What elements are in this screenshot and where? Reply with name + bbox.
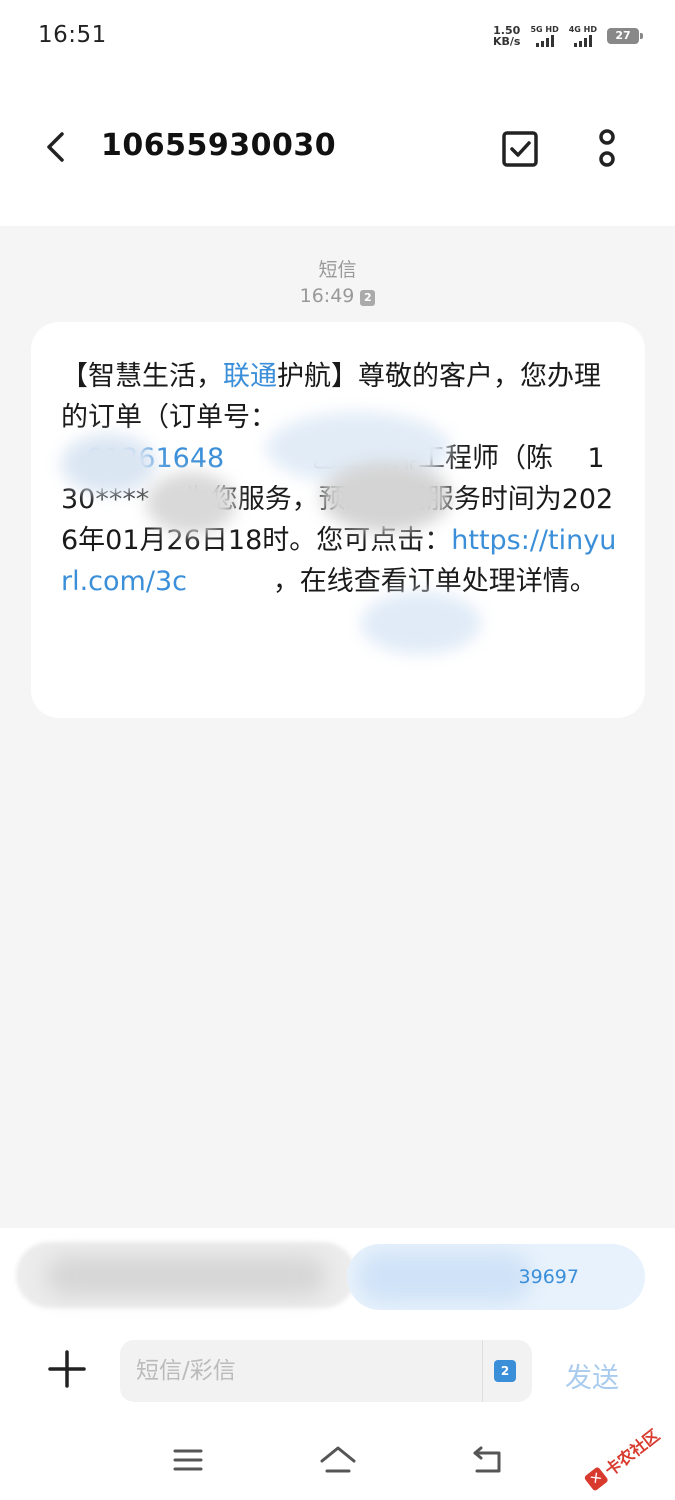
more-options-button[interactable]	[582, 124, 632, 174]
status-bar: 16:51 1.50 KB/s 5G HD 4G HD 27	[0, 0, 675, 72]
divider	[482, 1340, 483, 1402]
vertical-dots-icon	[599, 129, 615, 167]
sim1-signal-icon: 5G HD	[530, 25, 559, 47]
message-timestamp: 16:49 2	[0, 285, 675, 307]
status-time: 16:51	[38, 22, 107, 48]
quick-reply-chip[interactable]	[16, 1242, 356, 1308]
quick-reply-text: 39697	[518, 1266, 579, 1288]
battery-icon: 27	[607, 28, 643, 44]
sim2-label: 4G HD	[568, 25, 597, 34]
compose-bar: 2 发送	[0, 1328, 675, 1418]
message-bubble[interactable]: 【智慧生活，联通护航】尊敬的客户，您办理的订单（订单号： 01261648 已经…	[31, 322, 645, 718]
sim2-signal-icon: 4G HD	[569, 25, 597, 47]
privacy-blur	[321, 462, 451, 532]
message-type-label: 短信	[318, 259, 357, 281]
message-input[interactable]	[136, 1340, 476, 1402]
privacy-blur	[61, 434, 156, 494]
plus-icon	[48, 1350, 86, 1388]
quick-reply-chip[interactable]: 39697	[347, 1244, 645, 1310]
message-segment: 【智慧生活，	[61, 361, 223, 392]
recents-button[interactable]	[166, 1440, 210, 1480]
back-button[interactable]	[30, 122, 80, 172]
conversation-header: 10655930030	[0, 72, 675, 226]
privacy-blur	[146, 472, 236, 534]
privacy-blur	[361, 592, 481, 654]
quick-reply-bar: 39697	[0, 1228, 675, 1328]
brand-link[interactable]: 联通	[223, 361, 277, 392]
sim1-label: 5G HD	[530, 25, 559, 34]
home-icon	[320, 1446, 356, 1473]
send-button[interactable]: 发送	[565, 1356, 619, 1395]
checkbox-icon	[502, 131, 538, 167]
message-time: 16:49	[299, 285, 355, 307]
back-nav-button[interactable]	[466, 1440, 510, 1480]
network-speed: 1.50 KB/s	[493, 25, 520, 47]
home-button[interactable]	[316, 1440, 360, 1480]
menu-icon	[173, 1449, 203, 1471]
sim-badge-icon: 2	[360, 290, 376, 306]
select-messages-button[interactable]	[495, 124, 545, 174]
watermark-text: 卡农社区	[601, 1425, 664, 1480]
sim-select-button[interactable]: 2	[494, 1360, 516, 1382]
add-attachment-button[interactable]	[44, 1346, 90, 1392]
network-speed-unit: KB/s	[492, 35, 521, 48]
message-input-box: 2	[120, 1340, 532, 1402]
back-nav-icon	[473, 1446, 501, 1473]
chevron-left-icon	[47, 132, 64, 162]
contact-number: 10655930030	[101, 128, 337, 163]
status-icons: 1.50 KB/s 5G HD 4G HD 27	[493, 22, 643, 50]
